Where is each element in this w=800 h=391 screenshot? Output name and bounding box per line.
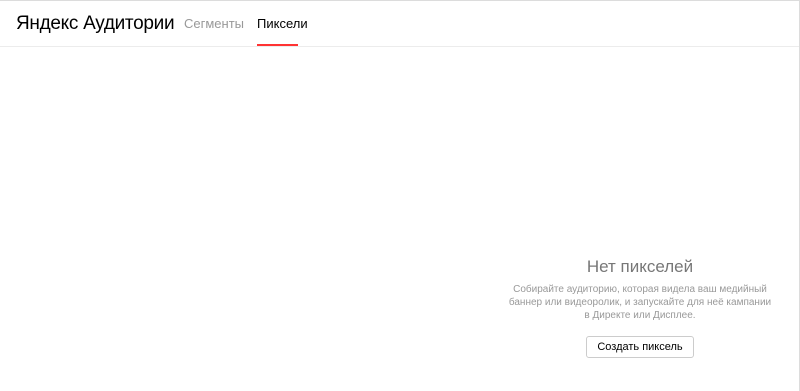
- app-window: Яндекс Аудитории Сегменты Пиксели Нет пик…: [0, 0, 800, 391]
- empty-state-description: Собирайте аудиторию, которая видела ваш …: [508, 284, 772, 321]
- tab-segments[interactable]: Сегменты: [184, 16, 244, 32]
- app-logo[interactable]: Яндекс Аудитории: [16, 13, 175, 35]
- logo-brand: Яндекс: [16, 13, 79, 34]
- active-tab-indicator: [257, 44, 298, 46]
- tab-pixels[interactable]: Пиксели: [257, 16, 308, 32]
- empty-state: Нет пикселей Собирайте аудиторию, котора…: [500, 257, 780, 358]
- top-header: Яндекс Аудитории Сегменты Пиксели: [0, 1, 799, 47]
- create-pixel-button[interactable]: Создать пиксель: [586, 336, 694, 358]
- empty-state-title: Нет пикселей: [586, 257, 694, 276]
- logo-product: Аудитории: [83, 13, 175, 34]
